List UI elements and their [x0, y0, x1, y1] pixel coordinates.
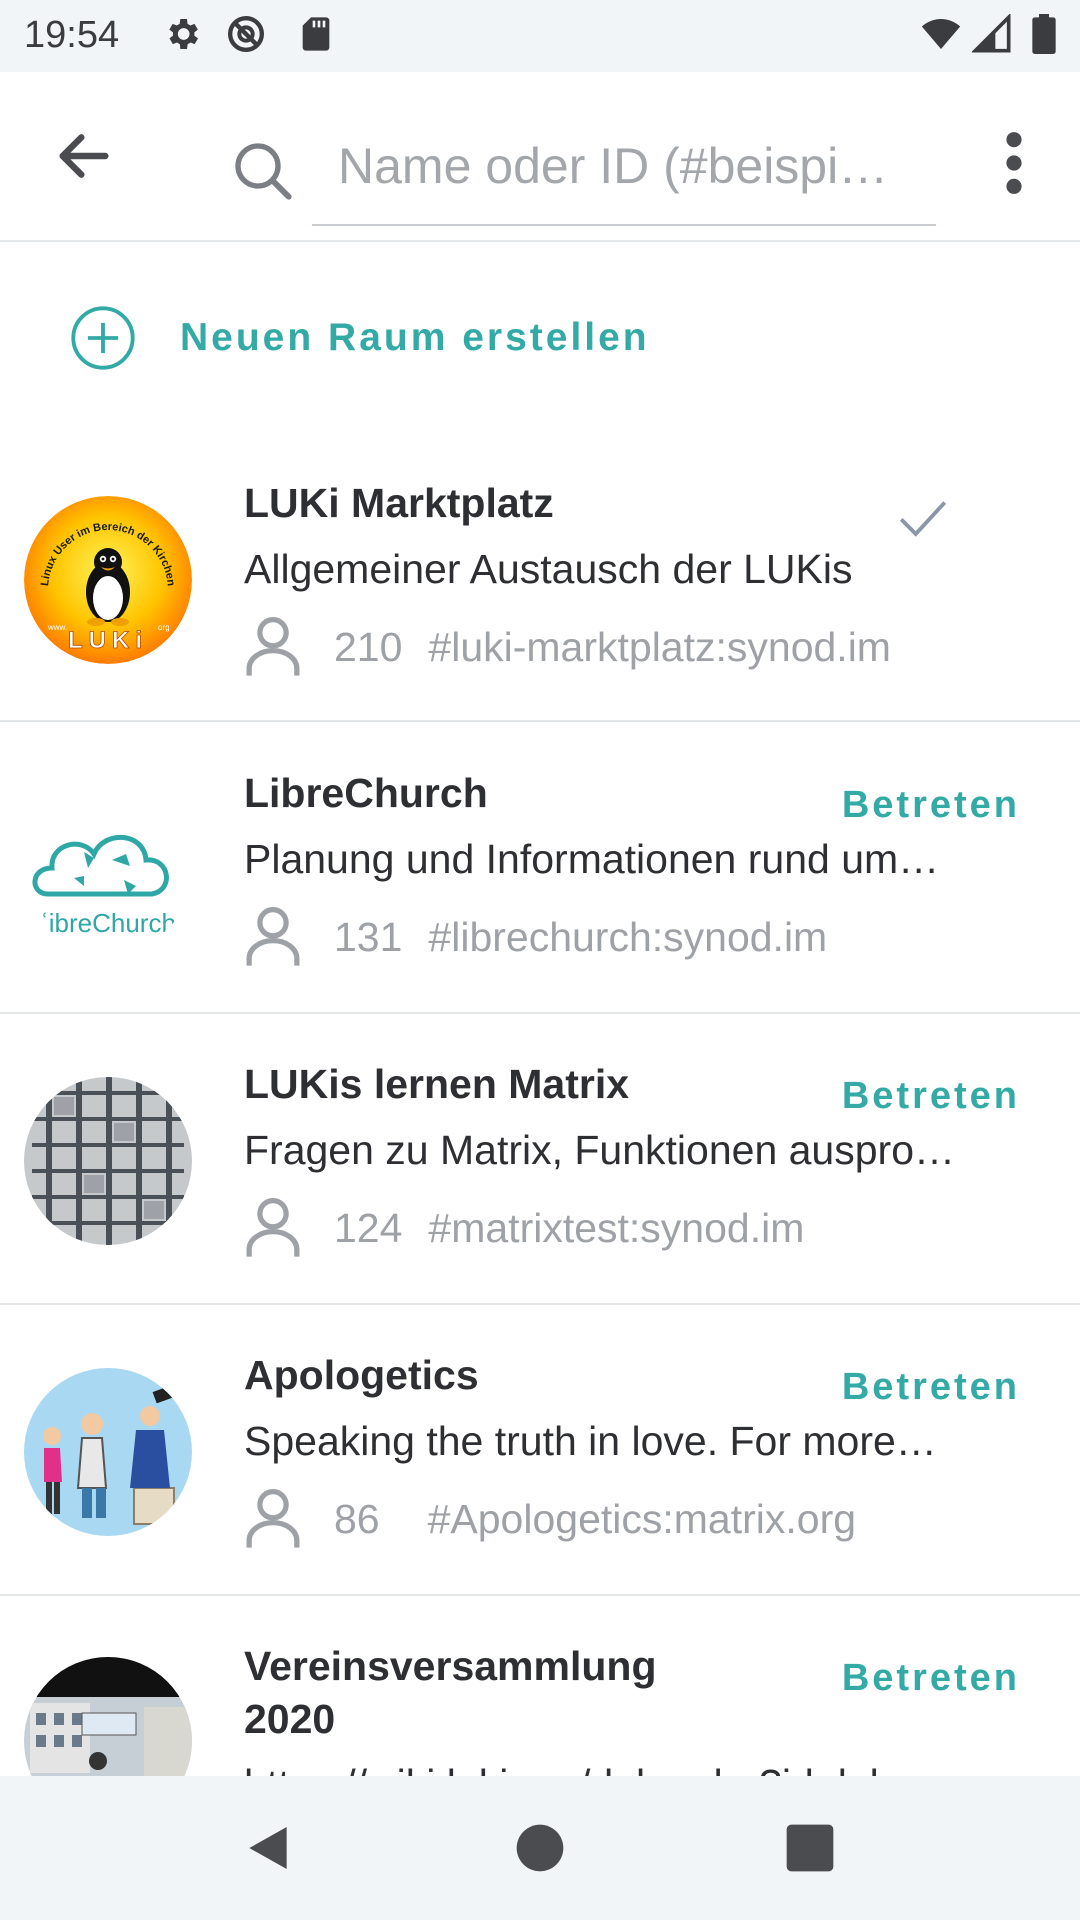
svg-text:org: org: [158, 623, 170, 632]
room-alias: #matrixtest:synod.im: [428, 1204, 805, 1251]
sd-card-icon: [302, 17, 330, 51]
luki-logo-icon: Linux User im Bereich der Kirchen LUKi w…: [24, 496, 192, 664]
app-bar: [0, 72, 1080, 242]
status-time: 19:54: [24, 14, 120, 56]
room-meta: 131 #librechurch:synod.im: [244, 902, 827, 972]
room-item[interactable]: ʿibreChurch LibreChurch Betreten Planung…: [0, 722, 1080, 1014]
room-topic: Allgemeiner Austausch der LUKis: [244, 546, 853, 592]
room-avatar: [24, 1368, 192, 1536]
join-button[interactable]: Betreten: [842, 1657, 1020, 1700]
room-meta: 210 #luki-marktplatz:synod.im: [244, 612, 891, 682]
apologetics-cartoon-image: [24, 1368, 192, 1536]
room-avatar: [24, 1657, 192, 1776]
room-topic: Speaking the truth in love. For more…: [244, 1418, 937, 1464]
search-input[interactable]: [336, 130, 920, 202]
room-item[interactable]: Linux User im Bereich der Kirchen LUKi w…: [0, 432, 1080, 722]
search-icon: [235, 143, 292, 200]
status-bar: 19:54: [0, 0, 1080, 72]
building-photo: [24, 1077, 192, 1245]
room-avatar: ʿibreChurch: [24, 786, 192, 954]
room-name: LibreChurch: [244, 770, 488, 816]
room-topic: Planung und Informationen rund um…: [244, 836, 940, 882]
svg-text:LUKi: LUKi: [68, 627, 148, 654]
room-name: LUKi Marktplatz: [244, 480, 554, 526]
recents-square-icon[interactable]: [782, 1820, 838, 1876]
room-item[interactable]: Apologetics Betreten Speaking the truth …: [0, 1304, 1080, 1596]
create-room-button[interactable]: Neuen Raum erstellen: [70, 300, 650, 376]
room-alias: #luki-marktplatz:synod.im: [428, 623, 891, 670]
back-triangle-icon[interactable]: [240, 1820, 296, 1876]
room-avatar: Linux User im Bereich der Kirchen LUKi w…: [24, 496, 192, 664]
join-button[interactable]: Betreten: [842, 1366, 1020, 1409]
signal-icon: [972, 14, 1011, 53]
svg-text:www.: www.: [47, 623, 67, 632]
person-icon: [246, 1197, 300, 1257]
room-item[interactable]: LUKis lernen Matrix Betreten Fragen zu M…: [0, 1013, 1080, 1305]
member-count: 86: [334, 1495, 380, 1542]
room-name-line2: 2020: [244, 1696, 336, 1742]
room-name: LUKis lernen Matrix: [244, 1061, 630, 1107]
home-circle-icon[interactable]: [512, 1820, 568, 1876]
room-alias: #librechurch:synod.im: [428, 913, 828, 960]
join-button[interactable]: Betreten: [842, 1075, 1020, 1118]
room-topic: Fragen zu Matrix, Funktionen auspro…: [244, 1127, 955, 1173]
member-count: 124: [334, 1204, 403, 1251]
room-alias: #Apologetics:matrix.org: [427, 1495, 857, 1542]
back-arrow-icon[interactable]: [52, 124, 116, 188]
room-meta: 124 #matrixtest:synod.im: [244, 1193, 804, 1263]
more-vert-icon[interactable]: [996, 128, 1032, 198]
wifi-icon: [921, 19, 961, 49]
member-count: 210: [334, 623, 403, 670]
member-count: 131: [334, 913, 403, 960]
gear-icon: [169, 19, 198, 49]
room-topic: https://wiki.luki.org/doku.php?id=luk…: [244, 1761, 1004, 1776]
system-nav-bar: [0, 1776, 1080, 1920]
room-name: Apologetics: [244, 1352, 479, 1398]
room-avatar: [24, 1077, 192, 1245]
checkmark-icon: [899, 501, 947, 537]
person-icon: [246, 906, 300, 966]
room-meta: 86 #Apologetics:matrix.org: [244, 1484, 856, 1554]
join-button[interactable]: Betreten: [842, 784, 1020, 827]
no-disturb-icon: [228, 16, 264, 52]
person-icon: [246, 1488, 300, 1548]
room-item[interactable]: Vereinsversammlung 2020 Betreten https:/…: [0, 1595, 1080, 1776]
plus-circle-icon: [71, 306, 135, 370]
battery-icon: [1032, 14, 1056, 54]
room-name: Vereinsversammlung: [244, 1643, 657, 1689]
search-field[interactable]: [235, 112, 936, 226]
librechurch-logo-icon: ʿibreChurch: [24, 786, 192, 954]
create-room-label: Neuen Raum erstellen: [180, 316, 650, 359]
svg-text:ʿibreChurch: ʿibreChurch: [40, 908, 176, 938]
meeting-photo: [24, 1657, 192, 1776]
person-icon: [246, 616, 300, 676]
